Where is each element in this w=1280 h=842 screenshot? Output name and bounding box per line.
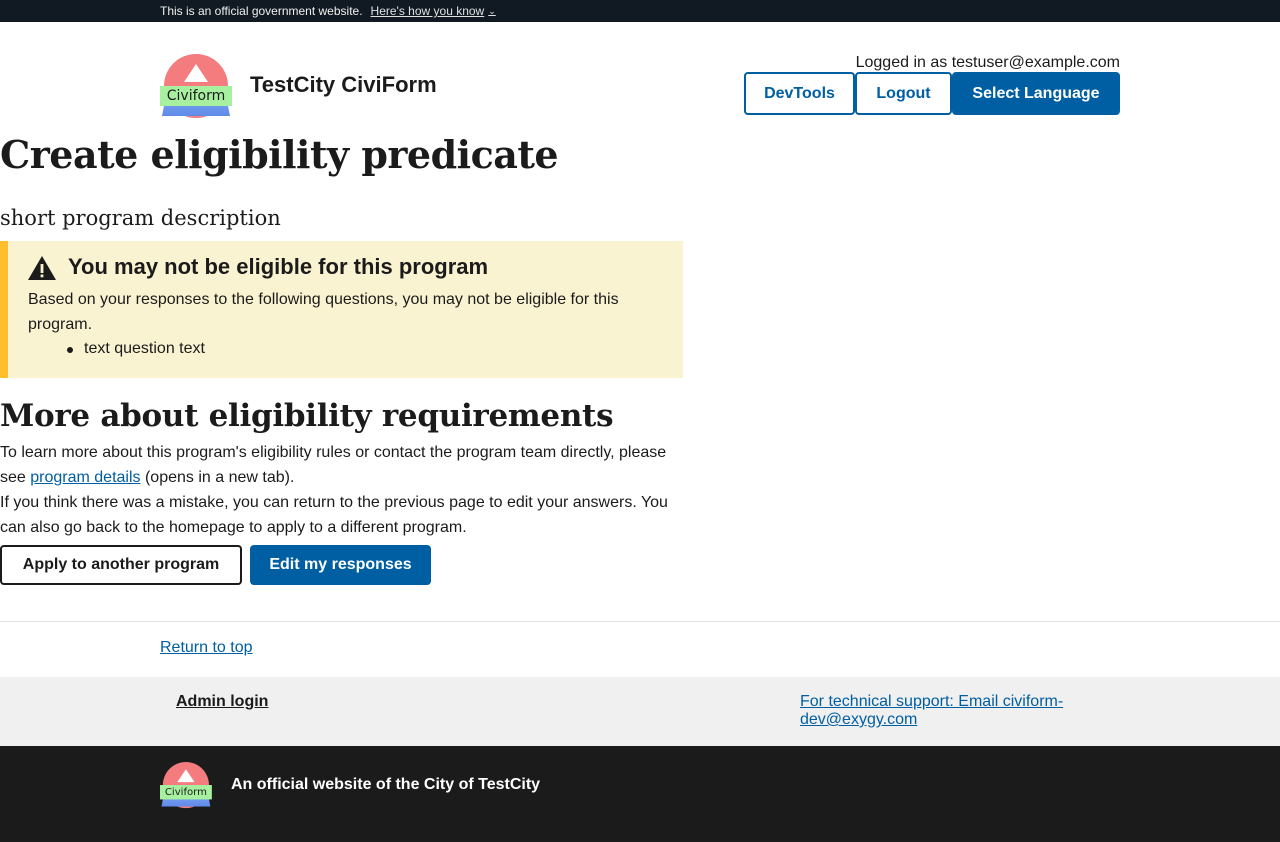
logo-wordmark: Civiform — [160, 86, 232, 106]
footer-civiform-logo: Civiform — [160, 762, 212, 809]
heres-how-you-know-label: Here's how you know — [370, 4, 485, 18]
site-header: Civiform TestCity CiviForm Logged in as … — [0, 22, 1280, 140]
logo-wordmark: Civiform — [160, 785, 212, 800]
gov-banner: This is an official government website. … — [0, 0, 1280, 22]
footer-links-bar: Admin login For technical support: Email… — [0, 677, 1280, 746]
alert-body: Based on your responses to the following… — [28, 291, 619, 333]
page-title: Create eligibility predicate — [0, 132, 559, 177]
tech-support-link[interactable]: For technical support: Email civiform-de… — [800, 693, 1100, 729]
warning-icon — [28, 256, 56, 280]
logged-in-status: Logged in as testuser@example.com — [855, 54, 1120, 71]
eligibility-info-paragraph: To learn more about this program's eligi… — [0, 440, 680, 490]
alert-heading: You may not be eligible for this program — [68, 254, 489, 279]
select-language-button[interactable]: Select Language — [952, 72, 1120, 115]
devtools-button[interactable]: DevTools — [744, 72, 855, 115]
list-item: text question text — [67, 338, 205, 360]
official-website-text: An official website of the City of TestC… — [231, 776, 541, 793]
edit-my-responses-button[interactable]: Edit my responses — [250, 545, 431, 585]
alert-question-list: text question text — [67, 338, 205, 360]
section-title: More about eligibility requirements — [0, 398, 614, 434]
logout-button[interactable]: Logout — [855, 72, 952, 115]
civiform-logo[interactable]: Civiform — [160, 54, 232, 118]
heres-how-you-know-link[interactable]: Here's how you know ⌄ — [371, 4, 496, 18]
mistake-paragraph: If you think there was a mistake, you ca… — [0, 494, 668, 536]
eligibility-alert: You may not be eligible for this program… — [0, 241, 683, 378]
chevron-down-icon: ⌄ — [488, 5, 496, 16]
program-details-link[interactable]: program details — [30, 469, 140, 486]
gov-banner-text: This is an official government website. — [160, 4, 363, 18]
apply-to-another-program-button[interactable]: Apply to another program — [0, 545, 242, 585]
return-to-top-link[interactable]: Return to top — [160, 639, 253, 657]
site-title[interactable]: TestCity CiviForm — [250, 72, 437, 98]
admin-login-link[interactable]: Admin login — [176, 693, 268, 711]
para1-suffix: (opens in a new tab). — [140, 469, 295, 486]
program-description: short program description — [0, 206, 281, 230]
footer-divider — [0, 621, 1280, 622]
footer-identity: Civiform An official website of the City… — [0, 746, 1280, 842]
